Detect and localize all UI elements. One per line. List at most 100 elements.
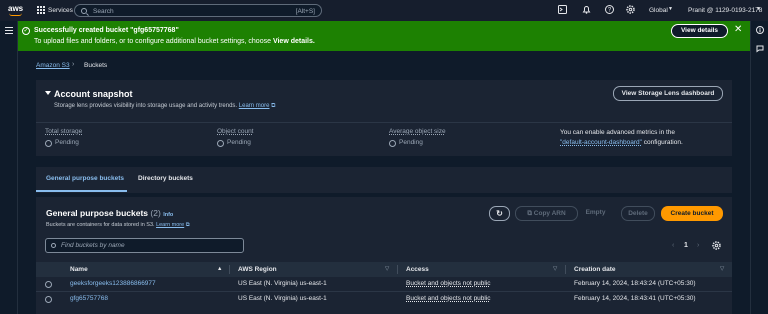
refresh-button[interactable]: ↻ (489, 206, 510, 221)
bucket-name-link[interactable]: geeksforgeeks123886866977 (70, 280, 156, 287)
collapse-caret-icon[interactable] (45, 91, 51, 95)
avg-object-size-status: Pending (389, 139, 423, 147)
active-tab-indicator (36, 190, 127, 192)
table-settings-gear-icon[interactable] (712, 241, 721, 252)
breadcrumb-buckets: Buckets (84, 62, 108, 69)
snapshot-learn-more-link[interactable]: Learn more (239, 103, 270, 109)
object-count-status: Pending (217, 139, 251, 147)
copy-arn-button[interactable]: ⧉ Copy ARN (515, 206, 578, 221)
bucket-creation-date: February 14, 2024, 18:43:41 (UTC+05:30) (574, 295, 696, 302)
next-page-icon[interactable]: › (697, 242, 699, 249)
cloudshell-icon[interactable] (557, 5, 567, 15)
buckets-title: General purpose buckets (2) Info (46, 208, 173, 218)
buckets-learn-more-link[interactable]: Learn more (156, 222, 184, 228)
find-buckets-placeholder: Find buckets by name (61, 242, 125, 249)
chevron-down-icon: ▼ (756, 6, 761, 12)
account-snapshot-panel: Account snapshot Storage lens provides v… (36, 80, 732, 156)
search-shortcut: [Alt+S] (295, 7, 315, 15)
sort-icon[interactable]: ▽ (553, 266, 557, 272)
close-icon[interactable]: ✕ (734, 25, 742, 35)
bucket-name-link[interactable]: gfg65757768 (70, 295, 108, 302)
sort-icon[interactable]: ▽ (720, 266, 724, 272)
menu-hamburger-icon[interactable] (5, 27, 13, 34)
column-divider (397, 265, 398, 274)
success-flash-banner: ✓ Successfully created bucket "gfg657577… (18, 21, 750, 51)
settings-gear-icon[interactable] (625, 5, 635, 15)
account-snapshot-title[interactable]: Account snapshot (54, 89, 133, 99)
search-icon (51, 243, 56, 248)
table-header: Name ▲ AWS Region ▽ Access ▽ Creation da… (36, 262, 732, 277)
bucket-creation-date: February 14, 2024, 18:43:24 (UTC+05:30) (574, 280, 696, 287)
flash-message-bold: View details. (272, 38, 315, 45)
create-bucket-button[interactable]: Create bucket (661, 206, 723, 221)
column-header-creation-date[interactable]: Creation date (574, 266, 616, 273)
flash-message-text: To upload files and folders, or to confi… (34, 38, 273, 45)
total-storage-status: Pending (45, 139, 79, 147)
bucket-type-tabs: General purpose buckets Directory bucket… (36, 167, 732, 193)
refresh-icon: ↻ (496, 209, 503, 218)
table-row[interactable]: geeksforgeeks123886866977 US East (N. Vi… (36, 277, 732, 291)
aws-logo-text: aws (8, 4, 24, 13)
row-select-radio[interactable] (45, 296, 52, 303)
bucket-access[interactable]: Bucket and objects not public (406, 280, 491, 287)
breadcrumb-amazon-s3[interactable]: Amazon S3 (36, 62, 70, 69)
buckets-subtitle-text: Buckets are containers for data stored i… (46, 222, 155, 228)
region-selector[interactable]: Global (649, 7, 668, 14)
account-menu[interactable]: Pranit @ 1129-0193-2178 (688, 7, 762, 14)
bucket-count: (2) (150, 208, 161, 218)
bucket-region: US East (N. Virginia) us-east-1 (238, 295, 327, 302)
external-link-icon: ⧉ (185, 222, 190, 228)
feedback-icon[interactable] (756, 45, 764, 55)
total-storage-label[interactable]: Total storage (45, 128, 82, 135)
info-panel-icon[interactable] (756, 26, 764, 36)
notifications-bell-icon[interactable] (581, 5, 591, 15)
flash-message: To upload files and folders, or to confi… (34, 38, 315, 45)
advanced-metrics-text: You can enable advanced metrics in the (560, 129, 676, 136)
view-details-button[interactable]: View details (671, 24, 728, 38)
help-icon[interactable]: ? (604, 5, 614, 15)
buckets-subtitle: Buckets are containers for data stored i… (46, 222, 190, 229)
tab-general-purpose-buckets[interactable]: General purpose buckets (46, 175, 124, 182)
previous-page-icon[interactable]: ‹ (672, 242, 674, 249)
general-purpose-buckets-panel: General purpose buckets (2) Info Buckets… (36, 197, 732, 314)
services-menu[interactable]: Services (48, 7, 73, 14)
avg-object-size-label[interactable]: Average object size (389, 128, 446, 135)
chevron-down-icon: ▼ (668, 6, 673, 12)
chevron-right-icon: › (72, 61, 75, 68)
sort-icon[interactable]: ▽ (385, 266, 389, 272)
divider (36, 122, 732, 123)
right-tools-strip (750, 21, 768, 314)
services-grid-icon[interactable] (37, 6, 45, 14)
info-link[interactable]: Info (163, 212, 173, 218)
search-icon (81, 8, 87, 14)
account-snapshot-subtitle: Storage lens provides visibility into st… (54, 103, 275, 110)
column-divider (565, 265, 566, 274)
bucket-region: US East (N. Virginia) us-east-1 (238, 280, 327, 287)
row-select-radio[interactable] (45, 281, 52, 288)
copy-arn-label: Copy ARN (533, 210, 566, 217)
object-count-label[interactable]: Object count (217, 128, 254, 135)
current-page[interactable]: 1 (684, 242, 688, 249)
search-input[interactable]: Search [Alt+S] (74, 4, 322, 17)
flash-title: Successfully created bucket "gfg65757768… (34, 27, 179, 34)
search-placeholder: Search (93, 7, 114, 15)
column-header-access[interactable]: Access (406, 266, 429, 273)
view-storage-lens-button[interactable]: View Storage Lens dashboard (613, 86, 723, 101)
aws-logo[interactable]: aws (8, 4, 24, 17)
bucket-access[interactable]: Bucket and objects not public (406, 295, 491, 302)
default-dashboard-link[interactable]: "default-account-dashboard" (560, 139, 642, 146)
snapshot-subtitle-text: Storage lens provides visibility into st… (54, 103, 238, 109)
success-check-icon: ✓ (22, 27, 30, 35)
left-sidebar-strip (0, 21, 18, 314)
column-header-region[interactable]: AWS Region (238, 266, 277, 273)
buckets-title-text: General purpose buckets (46, 208, 149, 218)
advanced-metrics-note: You can enable advanced metrics in the "… (560, 128, 720, 148)
column-header-name[interactable]: Name (70, 266, 88, 273)
find-buckets-input[interactable]: Find buckets by name (45, 238, 244, 253)
empty-button[interactable]: Empty (582, 206, 609, 221)
copy-icon: ⧉ (527, 210, 532, 217)
sort-ascending-icon[interactable]: ▲ (217, 266, 222, 272)
table-row[interactable]: gfg65757768 US East (N. Virginia) us-eas… (36, 292, 732, 306)
delete-button[interactable]: Delete (621, 206, 655, 221)
tab-directory-buckets[interactable]: Directory buckets (138, 175, 193, 182)
